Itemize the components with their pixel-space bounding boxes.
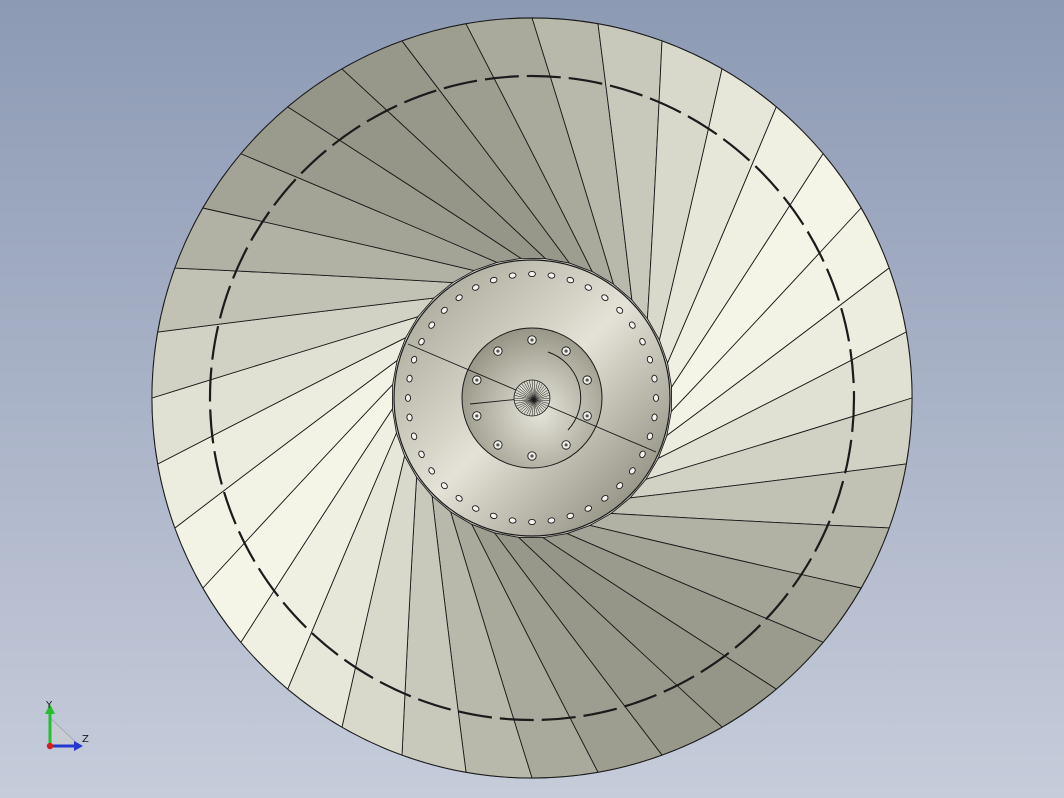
y-axis-label: Y bbox=[46, 700, 53, 711]
bolt-hole bbox=[547, 272, 556, 279]
graphics-viewport[interactable]: Y Z bbox=[0, 0, 1064, 798]
hub-bolt-center bbox=[585, 378, 589, 382]
triad-plane bbox=[49, 717, 81, 747]
hub-bolt-center bbox=[585, 414, 589, 418]
hub-bolt-center bbox=[475, 414, 479, 418]
hub-bolt-center bbox=[530, 338, 534, 342]
spinner-nose bbox=[513, 379, 551, 417]
bolt-hole bbox=[508, 272, 517, 279]
bolt-hole bbox=[651, 374, 658, 383]
hub-bolt-center bbox=[496, 443, 500, 447]
bolt-hole bbox=[651, 413, 658, 422]
fan-rotor-model[interactable] bbox=[0, 0, 1064, 798]
hub-bolt-center bbox=[475, 378, 479, 382]
bolt-hole bbox=[508, 517, 517, 524]
hub-bolt-center bbox=[530, 454, 534, 458]
hub-bolt-center bbox=[564, 443, 568, 447]
z-axis-label: Z bbox=[82, 734, 89, 745]
bolt-hole bbox=[406, 413, 413, 422]
bolt-hole bbox=[547, 517, 556, 524]
bolt-hole bbox=[404, 394, 412, 402]
bolt-hole bbox=[406, 374, 413, 383]
hub-bolt-center bbox=[564, 349, 568, 353]
x-axis-dot bbox=[46, 742, 54, 750]
hub-bolt-center bbox=[496, 349, 500, 353]
bolt-hole bbox=[528, 270, 536, 278]
bolt-hole bbox=[528, 518, 536, 526]
bolt-hole bbox=[652, 394, 660, 402]
